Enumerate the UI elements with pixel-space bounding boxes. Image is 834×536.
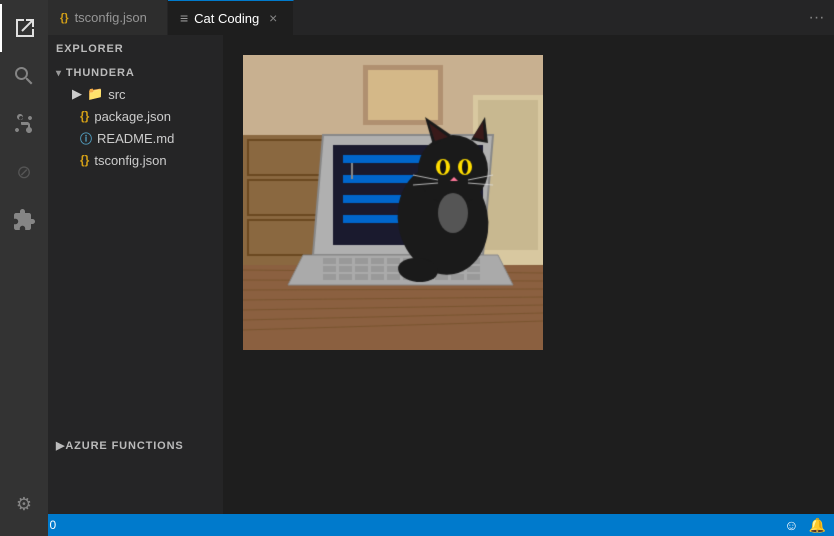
sidebar: EXPLORER ▾ THUNDERA ▶ 📁 src {} package.j… bbox=[48, 35, 223, 514]
cat-image bbox=[243, 55, 543, 350]
readme-icon: ⓘ bbox=[80, 130, 92, 147]
package-json-icon: {} bbox=[80, 109, 89, 123]
azure-functions-header[interactable]: ▶ AZURE FUNCTIONS bbox=[48, 431, 223, 456]
tab-bar: {} tsconfig.json ≡ Cat Coding × ··· bbox=[48, 0, 834, 35]
image-container bbox=[223, 35, 834, 370]
thundera-arrow: ▾ bbox=[56, 68, 62, 79]
thundera-title: THUNDERA bbox=[66, 67, 135, 79]
explorer-section-header[interactable]: EXPLORER bbox=[48, 35, 223, 59]
activity-bottom: ⚙ bbox=[0, 480, 48, 536]
tab-cat-coding[interactable]: ≡ Cat Coding × bbox=[168, 0, 294, 35]
package-json-label: package.json bbox=[94, 109, 171, 124]
status-right: ☺ 🔔 bbox=[784, 517, 826, 534]
tab-cat-icon: ≡ bbox=[180, 10, 188, 26]
tab-more-button[interactable]: ··· bbox=[799, 0, 834, 35]
tab-close-button[interactable]: × bbox=[265, 10, 281, 26]
tab-cat-label: Cat Coding bbox=[194, 11, 259, 26]
readme-label: README.md bbox=[97, 131, 174, 146]
sidebar-item-readme[interactable]: ⓘ README.md bbox=[48, 127, 223, 149]
tab-tsconfig-icon: {} bbox=[60, 12, 69, 24]
thundera-section-header[interactable]: ▾ THUNDERA bbox=[48, 59, 223, 83]
sidebar-item-package-json[interactable]: {} package.json bbox=[48, 105, 223, 127]
sidebar-item-tsconfig[interactable]: {} tsconfig.json bbox=[48, 149, 223, 171]
search-activity-icon[interactable] bbox=[0, 52, 48, 100]
explorer-title: EXPLORER bbox=[56, 43, 124, 55]
sidebar-item-src[interactable]: ▶ 📁 src bbox=[48, 83, 223, 105]
source-control-activity-icon[interactable] bbox=[0, 100, 48, 148]
explorer-activity-icon[interactable] bbox=[0, 4, 48, 52]
settings-activity-icon[interactable]: ⚙ bbox=[0, 480, 48, 528]
warning-count: 0 bbox=[50, 518, 57, 532]
extensions-activity-icon[interactable] bbox=[0, 196, 48, 244]
src-label: src bbox=[108, 87, 125, 102]
status-bell[interactable]: 🔔 bbox=[809, 517, 826, 534]
status-smiley[interactable]: ☺ bbox=[784, 517, 798, 533]
tsconfig-label: tsconfig.json bbox=[94, 153, 166, 168]
smiley-icon: ☺ bbox=[784, 517, 798, 533]
tab-tsconfig-label: tsconfig.json bbox=[75, 10, 147, 25]
folder-icon: 📁 bbox=[87, 86, 103, 102]
tsconfig-icon: {} bbox=[80, 153, 89, 167]
tab-tsconfig[interactable]: {} tsconfig.json bbox=[48, 0, 168, 35]
src-arrow: ▶ bbox=[72, 86, 82, 102]
status-bar: ⊘ 0 ⚠ 0 ☺ 🔔 bbox=[0, 514, 834, 536]
no-icon[interactable]: ⊘ bbox=[0, 148, 48, 196]
azure-arrow: ▶ bbox=[56, 439, 65, 452]
azure-title: AZURE FUNCTIONS bbox=[65, 440, 183, 452]
activity-bar: ⊘ ⚙ bbox=[0, 0, 48, 536]
bell-icon: 🔔 bbox=[809, 517, 826, 534]
main-content bbox=[223, 35, 834, 514]
